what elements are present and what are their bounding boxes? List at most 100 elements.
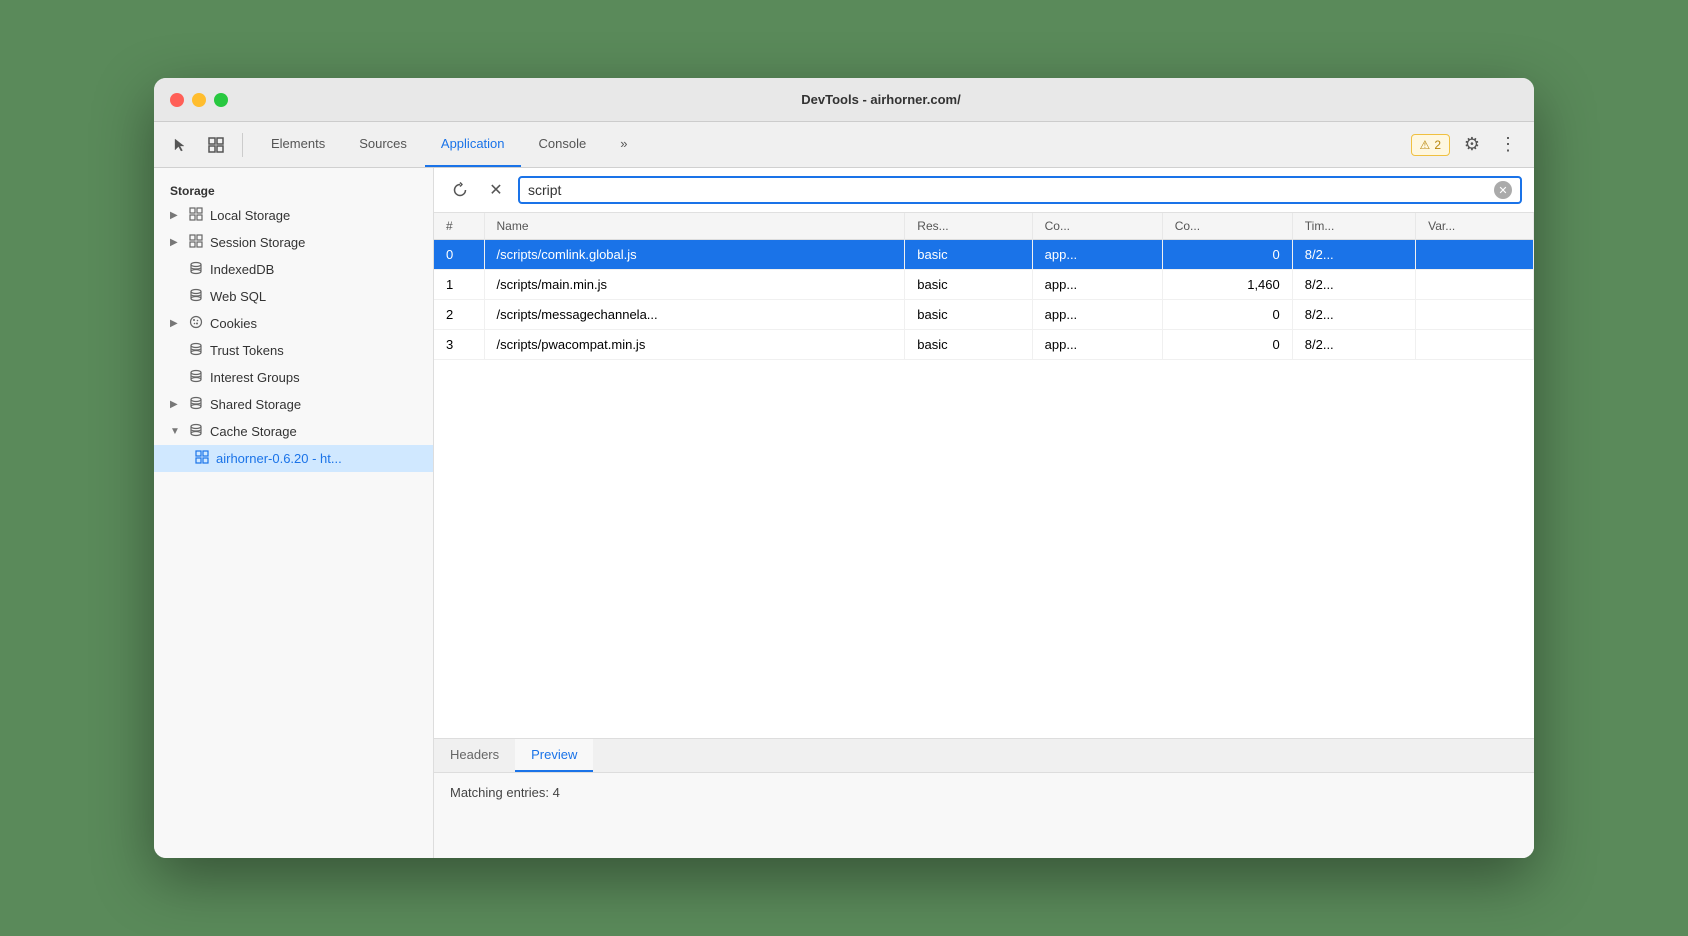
db-icon xyxy=(188,369,204,386)
tab-sources[interactable]: Sources xyxy=(343,122,423,167)
col-res: Res... xyxy=(905,213,1032,240)
refresh-button[interactable] xyxy=(446,176,474,204)
sidebar-item-session-storage[interactable]: ▶ Session Storage xyxy=(154,229,433,256)
sidebar-section-storage: Storage xyxy=(154,176,433,202)
col-co2: Co... xyxy=(1162,213,1292,240)
minimize-button[interactable] xyxy=(192,93,206,107)
bottom-tabs: Headers Preview xyxy=(434,739,1534,773)
warning-badge[interactable]: ⚠ 2 xyxy=(1411,134,1450,156)
cell-name: /scripts/main.min.js xyxy=(484,270,905,300)
search-bar: ✕ ✕ xyxy=(434,168,1534,213)
cell-tim: 8/2... xyxy=(1292,300,1415,330)
cell-var xyxy=(1416,270,1534,300)
sidebar-item-cookies[interactable]: ▶ Cookies xyxy=(154,310,433,337)
sidebar-item-indexeddb[interactable]: ▶ IndexedDB xyxy=(154,256,433,283)
tab-more[interactable]: » xyxy=(604,122,643,167)
cell-tim: 8/2... xyxy=(1292,270,1415,300)
cell-var xyxy=(1416,300,1534,330)
db-icon xyxy=(188,423,204,440)
cell-co1: app... xyxy=(1032,300,1162,330)
arrow-icon: ▼ xyxy=(170,426,182,437)
warning-count: 2 xyxy=(1434,138,1441,152)
col-var: Var... xyxy=(1416,213,1534,240)
toolbar-right: ⚠ 2 ⚙ ⋮ xyxy=(1411,131,1522,159)
search-input[interactable] xyxy=(528,178,1494,202)
db-icon xyxy=(188,342,204,359)
grid-icon xyxy=(188,234,204,251)
cache-entry-label: airhorner-0.6.20 - ht... xyxy=(216,451,342,466)
shared-storage-label: Shared Storage xyxy=(210,397,301,412)
db-icon xyxy=(188,396,204,413)
toolbar-tabs: Elements Sources Application Console » xyxy=(255,122,1403,167)
sidebar-item-local-storage[interactable]: ▶ Local Storage xyxy=(154,202,433,229)
sidebar-item-trust-tokens[interactable]: ▶ Trust Tokens xyxy=(154,337,433,364)
indexeddb-label: IndexedDB xyxy=(210,262,274,277)
col-name: Name xyxy=(484,213,905,240)
table-row[interactable]: 3 /scripts/pwacompat.min.js basic app...… xyxy=(434,330,1534,360)
col-num: # xyxy=(434,213,484,240)
devtools-window: DevTools - airhorner.com/ Elements Sourc… xyxy=(154,78,1534,858)
sidebar-item-websql[interactable]: ▶ Web SQL xyxy=(154,283,433,310)
cell-name: /scripts/messagechannela... xyxy=(484,300,905,330)
close-button[interactable] xyxy=(170,93,184,107)
cell-name: /scripts/comlink.global.js xyxy=(484,240,905,270)
cell-co2: 0 xyxy=(1162,330,1292,360)
table-header-row: # Name Res... Co... Co... Tim... Var... xyxy=(434,213,1534,240)
inspect-icon[interactable] xyxy=(202,131,230,159)
tab-application[interactable]: Application xyxy=(425,122,521,167)
db-icon xyxy=(188,261,204,278)
titlebar: DevTools - airhorner.com/ xyxy=(154,78,1534,122)
cell-num: 2 xyxy=(434,300,484,330)
arrow-icon: ▶ xyxy=(170,237,182,248)
cell-res: basic xyxy=(905,240,1032,270)
grid-icon xyxy=(188,207,204,224)
cell-tim: 8/2... xyxy=(1292,330,1415,360)
traffic-lights xyxy=(170,93,228,107)
sidebar-item-shared-storage[interactable]: ▶ Shared Storage xyxy=(154,391,433,418)
toolbar: Elements Sources Application Console » ⚠… xyxy=(154,122,1534,168)
table-row[interactable]: 1 /scripts/main.min.js basic app... 1,46… xyxy=(434,270,1534,300)
search-input-wrapper: ✕ xyxy=(518,176,1522,204)
session-storage-label: Session Storage xyxy=(210,235,305,250)
cell-res: basic xyxy=(905,330,1032,360)
bottom-content: Matching entries: 4 xyxy=(434,773,1534,812)
cell-tim: 8/2... xyxy=(1292,240,1415,270)
col-co1: Co... xyxy=(1032,213,1162,240)
cell-co2: 0 xyxy=(1162,300,1292,330)
cancel-search-button[interactable]: ✕ xyxy=(482,176,510,204)
table-row[interactable]: 2 /scripts/messagechannela... basic app.… xyxy=(434,300,1534,330)
tab-console[interactable]: Console xyxy=(523,122,603,167)
cursor-icon[interactable] xyxy=(166,131,194,159)
matching-entries-status: Matching entries: 4 xyxy=(450,785,560,800)
tab-preview[interactable]: Preview xyxy=(515,739,593,772)
grid-icon xyxy=(194,450,210,467)
sidebar-item-cache-entry[interactable]: airhorner-0.6.20 - ht... xyxy=(154,445,433,472)
sidebar-item-interest-groups[interactable]: ▶ Interest Groups xyxy=(154,364,433,391)
cookies-label: Cookies xyxy=(210,316,257,331)
window-title: DevTools - airhorner.com/ xyxy=(244,92,1518,107)
cell-co1: app... xyxy=(1032,240,1162,270)
db-icon xyxy=(188,288,204,305)
sidebar: Storage ▶ Local Storage ▶ xyxy=(154,168,434,858)
trust-tokens-label: Trust Tokens xyxy=(210,343,284,358)
more-options-icon[interactable]: ⋮ xyxy=(1494,131,1522,159)
settings-icon[interactable]: ⚙ xyxy=(1458,131,1486,159)
arrow-icon: ▶ xyxy=(170,318,182,329)
warning-icon: ⚠ xyxy=(1420,138,1431,152)
cell-co1: app... xyxy=(1032,330,1162,360)
cell-num: 1 xyxy=(434,270,484,300)
search-clear-button[interactable]: ✕ xyxy=(1494,181,1512,199)
websql-label: Web SQL xyxy=(210,289,266,304)
cache-storage-label: Cache Storage xyxy=(210,424,297,439)
tab-elements[interactable]: Elements xyxy=(255,122,341,167)
cell-co1: app... xyxy=(1032,270,1162,300)
bottom-panel: Headers Preview Matching entries: 4 xyxy=(434,738,1534,858)
table-row[interactable]: 0 /scripts/comlink.global.js basic app..… xyxy=(434,240,1534,270)
cell-res: basic xyxy=(905,300,1032,330)
local-storage-label: Local Storage xyxy=(210,208,290,223)
sidebar-item-cache-storage[interactable]: ▼ Cache Storage xyxy=(154,418,433,445)
cache-table: # Name Res... Co... Co... Tim... Var... … xyxy=(434,213,1534,360)
maximize-button[interactable] xyxy=(214,93,228,107)
col-tim: Tim... xyxy=(1292,213,1415,240)
tab-headers[interactable]: Headers xyxy=(434,739,515,772)
